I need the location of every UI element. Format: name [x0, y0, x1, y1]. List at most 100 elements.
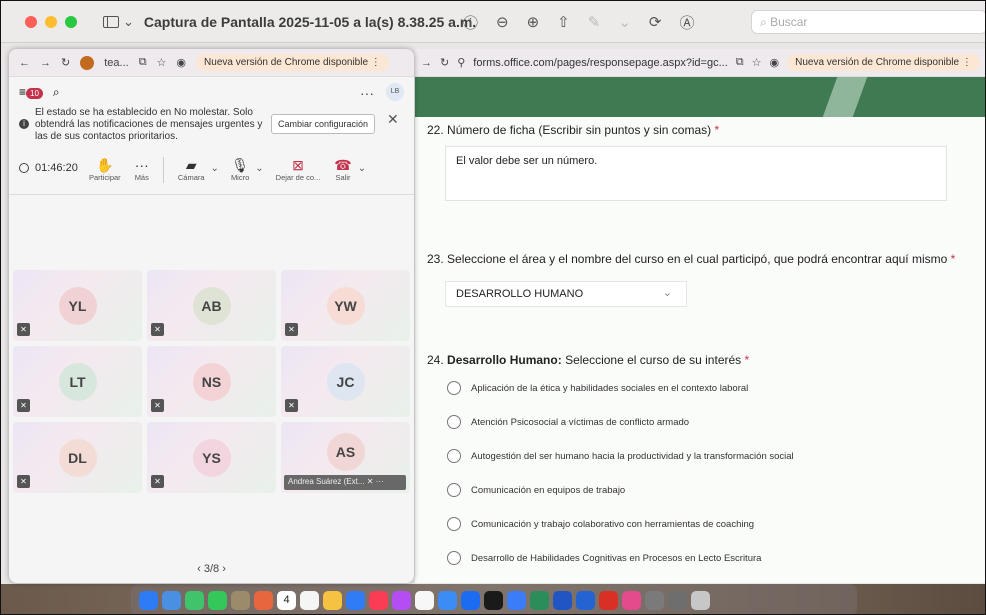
ficha-number-input[interactable]: El valor debe ser un número.	[445, 146, 947, 201]
more-options-icon[interactable]: ···	[360, 85, 374, 101]
markup-chevron-icon[interactable]: ⌄	[618, 13, 631, 31]
dock-app-icon[interactable]	[231, 590, 250, 610]
mic-options-chevron-icon[interactable]: ⌄	[255, 163, 263, 174]
participate-button[interactable]: ✋ Participar	[89, 157, 121, 182]
radio-button[interactable]	[447, 381, 461, 395]
address-bar[interactable]: forms.office.com/pages/responsepage.aspx…	[473, 57, 727, 69]
dock-app-icon[interactable]	[645, 590, 664, 610]
participant-tile[interactable]: AB ✕	[147, 270, 276, 341]
sidebar-toggle-button[interactable]: ⌄	[103, 14, 134, 30]
course-option[interactable]: Comunicación en equipos de trabajo	[447, 483, 625, 497]
dock-app-icon[interactable]	[438, 590, 457, 610]
stop-sharing-button[interactable]: ⊠ Dejar de co...	[276, 157, 321, 182]
site-settings-icon[interactable]: ⚲	[457, 56, 465, 69]
cast-icon[interactable]: ⧉	[736, 56, 744, 69]
bookmark-star-icon[interactable]: ☆	[752, 56, 762, 69]
activity-bell-icon[interactable]: ≡ 10	[19, 85, 43, 99]
dock-app-icon[interactable]	[668, 590, 687, 610]
participant-tile[interactable]: DL ✕	[13, 422, 142, 493]
bookmark-star-icon[interactable]: ☆	[157, 56, 167, 69]
dock-app-icon[interactable]	[300, 590, 319, 610]
dock-app-icon[interactable]	[576, 590, 595, 610]
reload-icon[interactable]: ↻	[61, 56, 70, 69]
more-button[interactable]: ··· Más	[135, 157, 149, 182]
camera-button[interactable]: ▰ Cámara	[178, 157, 205, 182]
course-option[interactable]: Desarrollo de Habilidades Cognitivas en …	[447, 551, 761, 565]
dock-app-icon[interactable]	[553, 590, 572, 610]
minimize-window-button[interactable]	[45, 15, 57, 28]
close-window-button[interactable]	[25, 15, 37, 28]
zoom-in-icon[interactable]: ⊕	[527, 13, 540, 31]
search-input[interactable]: ⌕ Buscar	[751, 10, 985, 34]
search-placeholder: Buscar	[770, 15, 808, 29]
screenshot-frame: ⌄ Captura de Pantalla 2025-11-05 a la(s)…	[0, 0, 986, 615]
cast-icon[interactable]: ⧉	[139, 56, 147, 69]
next-page-icon[interactable]: ›	[222, 563, 226, 575]
dock-app-icon[interactable]	[323, 590, 342, 610]
dock-app-icon[interactable]	[346, 590, 365, 610]
course-option[interactable]: Comunicación y trabajo colaborativo con …	[447, 517, 754, 531]
dock-app-icon[interactable]	[484, 590, 503, 610]
rotate-icon[interactable]: ⟳	[649, 13, 662, 31]
participant-tile[interactable]: LT ✕	[13, 346, 142, 417]
mic-button[interactable]: 🎙 Micro	[231, 157, 249, 182]
forward-icon[interactable]: →	[421, 57, 432, 69]
course-option[interactable]: Aplicación de la ética y habilidades soc…	[447, 381, 748, 395]
teams-search-icon[interactable]: ⌕	[53, 85, 60, 100]
dock-app-icon[interactable]	[254, 590, 273, 610]
dock-app-icon[interactable]	[599, 590, 618, 610]
share-icon[interactable]: ⇧	[557, 13, 570, 31]
radio-button[interactable]	[447, 415, 461, 429]
markup-icon[interactable]: ✎	[588, 13, 601, 31]
radio-button[interactable]	[447, 517, 461, 531]
participant-tile[interactable]: YW ✕	[281, 270, 410, 341]
dock-app-icon[interactable]	[622, 590, 641, 610]
dock-app-icon[interactable]	[185, 590, 204, 610]
area-course-select[interactable]: DESARROLLO HUMANO ⌄	[445, 281, 687, 307]
muted-mic-icon: ✕	[285, 323, 298, 336]
annotate-icon[interactable]: Ⓐ	[679, 12, 694, 33]
info-icon[interactable]: ⓘ	[463, 12, 478, 33]
dock-app-icon[interactable]	[691, 590, 710, 610]
radio-button[interactable]	[447, 551, 461, 565]
participant-tile[interactable]: YS ✕	[147, 422, 276, 493]
participant-grid: YL ✕ AB ✕ YW ✕ LT ✕ NS ✕ JC ✕ DL ✕ YS ✕ AS Andrea…	[13, 270, 411, 493]
change-settings-button[interactable]: Cambiar configuración	[271, 114, 376, 134]
zoom-window-button[interactable]	[65, 15, 77, 28]
chrome-update-badge[interactable]: Nueva versión de Chrome disponible ⋮	[787, 54, 980, 71]
zoom-out-icon[interactable]: ⊖	[496, 13, 509, 31]
dock-app-icon[interactable]	[139, 590, 158, 610]
leave-options-chevron-icon[interactable]: ⌄	[358, 163, 366, 174]
timer-text: 01:46:20	[35, 162, 78, 174]
dock-app-icon[interactable]	[461, 590, 480, 610]
dock-app-icon[interactable]	[392, 590, 411, 610]
chrome-update-badge[interactable]: Nueva versión de Chrome disponible ⋮	[196, 54, 389, 71]
radio-button[interactable]	[447, 483, 461, 497]
participant-tile[interactable]: AS Andrea Suárez (Ext... ✕ ···	[281, 422, 410, 493]
tab-label[interactable]: tea...	[104, 57, 128, 69]
back-icon[interactable]: ←	[19, 57, 30, 69]
calendar-app-icon[interactable]: 4	[277, 590, 296, 610]
avatar[interactable]: LB	[386, 83, 404, 101]
dock-app-icon[interactable]	[415, 590, 434, 610]
dock-app-icon[interactable]	[208, 590, 227, 610]
participant-tile[interactable]: YL ✕	[13, 270, 142, 341]
dock-app-icon[interactable]	[369, 590, 388, 610]
prev-page-icon[interactable]: ‹	[197, 563, 201, 575]
hand-icon: ✋	[96, 157, 114, 173]
camera-options-chevron-icon[interactable]: ⌄	[211, 163, 219, 174]
incognito-icon: ◉	[769, 57, 780, 69]
form-banner	[415, 77, 985, 117]
course-option[interactable]: Atención Psicosocial a víctimas de confl…	[447, 415, 689, 429]
dock-app-icon[interactable]	[530, 590, 549, 610]
leave-button[interactable]: ☎ Salir	[334, 157, 351, 182]
forward-icon[interactable]: →	[40, 57, 51, 69]
participant-tile[interactable]: NS ✕	[147, 346, 276, 417]
reload-icon[interactable]: ↻	[440, 56, 449, 69]
radio-button[interactable]	[447, 449, 461, 463]
close-icon[interactable]: ✕	[387, 112, 399, 126]
dock-app-icon[interactable]	[507, 590, 526, 610]
course-option[interactable]: Autogestión del ser humano hacia la prod…	[447, 449, 794, 463]
dock-app-icon[interactable]	[162, 590, 181, 610]
participant-tile[interactable]: JC ✕	[281, 346, 410, 417]
